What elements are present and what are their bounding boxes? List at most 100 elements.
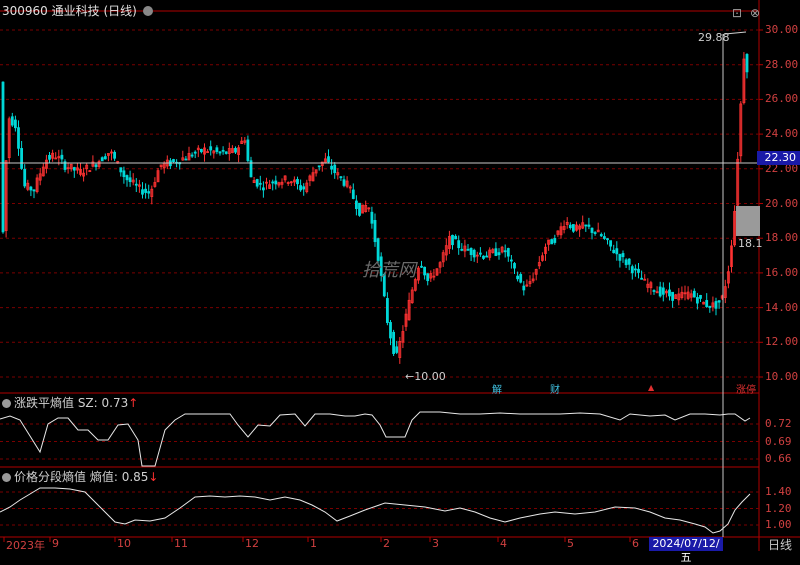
- candle-down: [29, 186, 33, 191]
- candle-down: [494, 248, 498, 256]
- candle-down: [199, 148, 203, 153]
- candle-down: [482, 255, 485, 259]
- candle-down: [705, 300, 709, 308]
- indicator2-title[interactable]: 价格分段熵值 熵值: 0.85↓: [2, 468, 158, 485]
- event-marker-finance[interactable]: 财: [550, 381, 560, 396]
- candle-down: [478, 252, 482, 255]
- indicator1-name: 涨跌平熵值 SZ:: [14, 396, 98, 410]
- candle-down: [23, 168, 27, 187]
- candle-down: [122, 170, 126, 178]
- x-axis-label: 10: [117, 537, 131, 550]
- indicator2-settings-icon[interactable]: [2, 473, 11, 482]
- candle-down: [472, 249, 476, 258]
- y-tick-label: 1.00: [765, 518, 792, 531]
- candle-down: [134, 183, 138, 186]
- period-selector[interactable]: 日线: [768, 536, 792, 553]
- candle-down: [615, 248, 619, 255]
- candle-down: [13, 119, 17, 129]
- candle-down: [190, 154, 194, 157]
- candle-down: [714, 301, 718, 309]
- x-axis-label: 9: [52, 537, 59, 550]
- chart-header: 300960 通业科技 (日线): [2, 2, 153, 19]
- candle-down: [522, 285, 526, 291]
- candle-down: [119, 167, 123, 173]
- candle-down: [141, 189, 144, 195]
- indicator1-settings-icon[interactable]: [2, 399, 11, 408]
- candle-down: [330, 165, 334, 170]
- x-axis-label: 11: [174, 537, 188, 550]
- candle-down: [550, 239, 554, 245]
- candle-down: [128, 177, 132, 183]
- candle-down: [395, 346, 399, 353]
- candle-down: [94, 164, 98, 168]
- candle-down: [172, 159, 175, 163]
- stock-code: 300960: [2, 4, 48, 18]
- candle-down: [640, 277, 643, 280]
- indicator2-value: 0.85: [121, 470, 149, 484]
- event-marker-limit-up[interactable]: 涨停: [736, 381, 756, 396]
- candle-down: [634, 268, 637, 271]
- event-marker-up[interactable]: ▲: [648, 383, 654, 392]
- candle-down: [299, 185, 303, 191]
- candle-down: [193, 151, 197, 154]
- partial-price-label: 18.1: [738, 237, 763, 250]
- candle-down: [17, 127, 20, 149]
- y-tick-label: 30.00: [765, 23, 799, 36]
- candle-down: [652, 290, 656, 292]
- candle-down: [708, 305, 712, 308]
- candle-down: [426, 273, 430, 282]
- candle-down: [603, 236, 606, 239]
- low-price-value: 10.00: [414, 370, 446, 383]
- candle-down: [460, 248, 464, 251]
- indicator2-name: 价格分段熵值 熵值:: [14, 470, 118, 484]
- candle-down: [224, 151, 228, 154]
- candle-down: [668, 289, 671, 297]
- indicator1-arrow-icon: ↑: [128, 396, 139, 410]
- candle-down: [209, 146, 213, 151]
- candle-down: [699, 295, 702, 299]
- x-axis-label: 4: [500, 537, 507, 550]
- y-tick-label: 26.00: [765, 92, 799, 106]
- cursor-info-box: [736, 206, 760, 236]
- candle-down: [420, 265, 423, 268]
- candle-down: [32, 189, 36, 192]
- close-icon[interactable]: ⊗: [750, 6, 760, 20]
- candle-down: [621, 253, 625, 258]
- candle-down: [593, 232, 597, 234]
- candle-down: [302, 186, 306, 190]
- indicator1-title[interactable]: 涨跌平熵值 SZ: 0.73↑: [2, 394, 138, 411]
- high-price-label: 29.88: [698, 31, 730, 44]
- y-tick-label: 18.00: [765, 231, 799, 245]
- candle-down: [10, 116, 14, 126]
- candle-down: [627, 258, 631, 265]
- candle-down: [60, 154, 64, 160]
- candle-down: [671, 291, 674, 301]
- candle-down: [100, 157, 104, 162]
- candle-down: [485, 255, 489, 258]
- candle-down: [72, 167, 76, 171]
- y-tick-label: 10.00: [765, 370, 799, 383]
- candle-down: [221, 149, 225, 152]
- candle-down: [506, 248, 510, 257]
- candle-down: [339, 176, 343, 179]
- candle-down: [717, 300, 721, 303]
- y-tick-label: 0.66: [765, 452, 792, 465]
- restore-icon[interactable]: ⊡: [732, 6, 742, 20]
- candle-down: [469, 247, 473, 256]
- candle-down: [358, 202, 361, 216]
- candle-down: [572, 224, 575, 232]
- candle-down: [258, 182, 262, 185]
- settings-dot-icon[interactable]: [142, 6, 153, 16]
- candle-down: [457, 240, 461, 249]
- y-tick-label: 24.00: [765, 127, 799, 141]
- stock-name: 通业科技: [51, 4, 100, 18]
- candle-down: [516, 275, 519, 280]
- candle-down: [568, 224, 572, 229]
- candle-down: [215, 147, 219, 152]
- event-marker-unlock[interactable]: 解: [492, 381, 502, 396]
- candle-down: [618, 254, 622, 261]
- x-axis-label: 2: [383, 537, 390, 550]
- candle-down: [658, 286, 662, 297]
- candle-down: [147, 191, 151, 194]
- period-label: (日线): [103, 4, 137, 18]
